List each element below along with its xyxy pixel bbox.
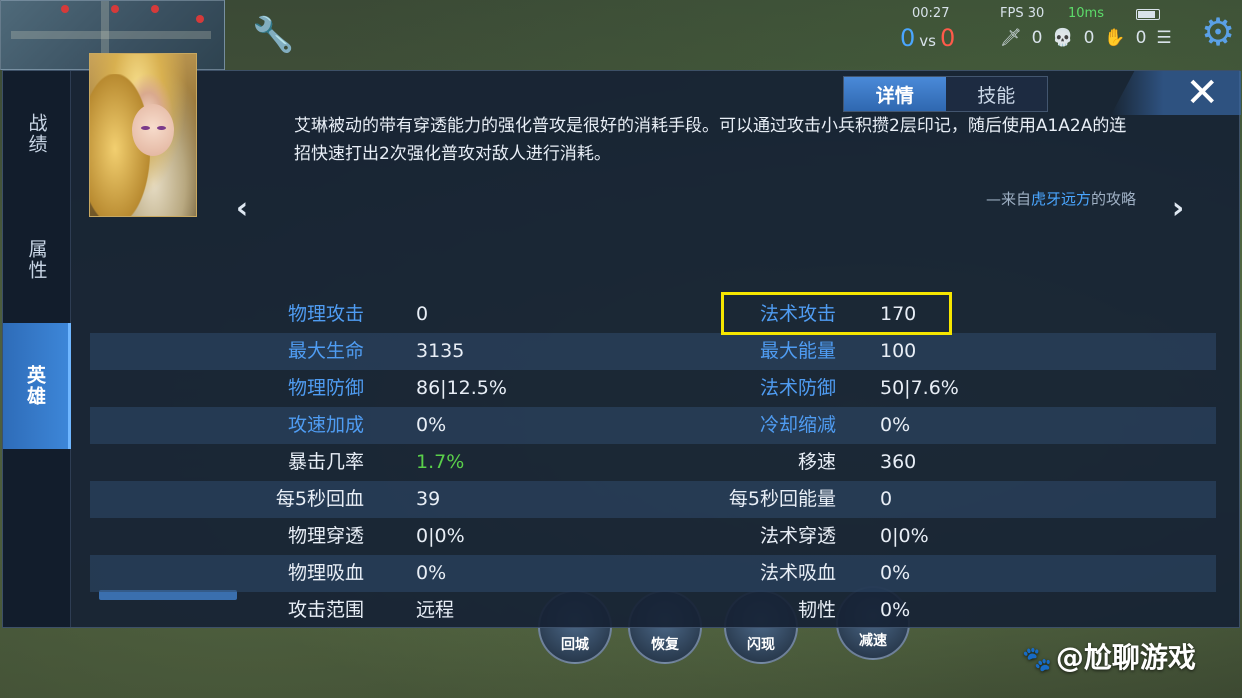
- enemy-tower-marker: [151, 5, 159, 13]
- fps-counter: FPS 30: [1000, 6, 1045, 21]
- team-score: 0 vs 0: [900, 24, 955, 52]
- blue-score: 0: [900, 24, 916, 52]
- red-score: 0: [939, 24, 956, 52]
- stat-value: 39: [416, 488, 441, 510]
- watermark-text: @尬聊游戏: [1055, 641, 1196, 674]
- tab-skills[interactable]: 技能: [945, 77, 1047, 111]
- slow-label: 减速: [859, 633, 887, 649]
- close-icon: ✕: [1185, 70, 1219, 116]
- paw-icon: 🐾: [1022, 645, 1052, 673]
- enemy-tower-marker: [61, 5, 69, 13]
- credit-prefix: —来自: [985, 190, 1031, 208]
- wrench-icon[interactable]: 🔧: [252, 16, 294, 54]
- stat-label: 最大生命: [287, 340, 364, 362]
- portrait-eye: [141, 126, 150, 130]
- tab-label: 英雄: [24, 365, 46, 407]
- heal-label: 恢复: [651, 637, 679, 653]
- stat-value: 50|7.6%: [880, 377, 959, 399]
- stat-value: 0%: [416, 562, 447, 584]
- stat-label: 物理穿透: [287, 525, 364, 547]
- stat-label: 冷却缩减: [759, 414, 836, 436]
- ping-indicator: 10ms: [1068, 6, 1104, 21]
- stat-row: 物理攻击 0 法术攻击 170: [90, 296, 1216, 333]
- highlight-box: [721, 292, 952, 335]
- stat-label: 暴击几率: [287, 451, 364, 473]
- stat-label: 法术吸血: [759, 562, 836, 584]
- tab-battle-record[interactable]: 战绩: [3, 71, 71, 197]
- top-hud: 00:27 FPS 30 10ms 0 vs 0 🗡 0 💀 0 ✋ 0 ☰ ⚙: [900, 6, 1242, 56]
- credit-author[interactable]: 虎牙远方: [1031, 190, 1091, 208]
- close-button[interactable]: ✕: [1111, 71, 1241, 115]
- stat-label: 物理防御: [287, 377, 364, 399]
- tab-hero[interactable]: 英雄: [3, 323, 71, 449]
- strategy-description: 艾琳被动的带有穿透能力的强化普攻是很好的消耗手段。可以通过攻击小兵积攒2层印记，…: [294, 116, 1127, 164]
- stat-row: 暴击几率 1.7% 移速 360: [90, 444, 1216, 481]
- sword-icon: 🗡: [1000, 28, 1022, 48]
- list-icon[interactable]: ☰: [1156, 28, 1171, 48]
- stat-row: 物理穿透 0|0% 法术穿透 0|0%: [90, 518, 1216, 555]
- watermark: 🐾 @尬聊游戏: [1022, 636, 1196, 676]
- tab-label: 战绩: [25, 113, 48, 155]
- stat-label: 攻击范围: [287, 599, 364, 621]
- vs-label: vs: [919, 32, 936, 50]
- assists-count: 0: [1135, 28, 1147, 48]
- stat-label: 攻速加成: [287, 414, 364, 436]
- stats-table: 物理攻击 0 法术攻击 170 最大生命 3135 最大能量 100 物理防御 …: [90, 296, 1216, 629]
- stat-label: 每5秒回血: [275, 488, 364, 510]
- stat-value: 0: [416, 303, 429, 325]
- flash-label: 闪现: [747, 637, 775, 653]
- stat-value: 远程: [416, 599, 455, 621]
- stat-value: 86|12.5%: [416, 377, 507, 399]
- credit-suffix: 的攻略: [1090, 190, 1136, 208]
- kills-count: 0: [1031, 28, 1043, 48]
- stat-value: 0%: [880, 599, 911, 621]
- stat-row: 物理吸血 0% 法术吸血 0%: [90, 555, 1216, 592]
- stat-row: 最大生命 3135 最大能量 100: [90, 333, 1216, 370]
- recall-label: 回城: [561, 637, 589, 653]
- top-tab-bar: 详情 技能: [843, 76, 1048, 112]
- enemy-tower-marker: [196, 15, 204, 23]
- skull-icon: 💀: [1052, 28, 1074, 48]
- stat-value: 360: [880, 451, 917, 473]
- stat-label: 法术穿透: [759, 525, 836, 547]
- tab-details[interactable]: 详情: [844, 77, 946, 111]
- stat-row: 每5秒回血 39 每5秒回能量 0: [90, 481, 1216, 518]
- stat-value: 0|0%: [416, 525, 465, 547]
- stat-value: 1.7%: [416, 451, 465, 473]
- portrait-eye: [157, 126, 166, 130]
- kda-display: 🗡 0 💀 0 ✋ 0 ☰: [1000, 28, 1172, 48]
- stat-label: 移速: [797, 451, 836, 473]
- stat-value: 0: [880, 488, 893, 510]
- stat-label: 物理攻击: [287, 303, 364, 325]
- chevron-left-icon[interactable]: ‹: [230, 194, 254, 224]
- deaths-count: 0: [1083, 28, 1095, 48]
- stat-label: 韧性: [797, 599, 836, 621]
- stat-value: 3135: [416, 340, 465, 362]
- stat-row: 攻速加成 0% 冷却缩减 0%: [90, 407, 1216, 444]
- stat-value: 0%: [416, 414, 447, 436]
- portrait-face: [132, 104, 174, 156]
- strategy-credit: —来自虎牙远方的攻略: [986, 188, 1136, 209]
- stat-value: 0%: [880, 562, 911, 584]
- stat-label: 法术防御: [759, 377, 836, 399]
- side-tab-bar: 战绩 属性 英雄: [3, 71, 71, 627]
- stat-label: 最大能量: [759, 340, 836, 362]
- stat-label: 每5秒回能量: [728, 488, 836, 510]
- enemy-tower-marker: [111, 5, 119, 13]
- tab-attributes[interactable]: 属性: [3, 197, 71, 323]
- hero-portrait: [89, 53, 197, 217]
- chevron-right-icon[interactable]: ›: [1166, 194, 1190, 224]
- battery-icon: [1136, 9, 1160, 20]
- gear-icon[interactable]: ⚙: [1198, 12, 1238, 52]
- match-timer: 00:27: [912, 6, 950, 21]
- stat-value: 0%: [880, 414, 911, 436]
- tab-label: 属性: [25, 239, 48, 281]
- stat-label: 物理吸血: [287, 562, 364, 584]
- stat-row: 攻击范围 远程 韧性 0%: [90, 592, 1216, 629]
- stat-row: 物理防御 86|12.5% 法术防御 50|7.6%: [90, 370, 1216, 407]
- hand-icon: ✋: [1104, 28, 1126, 48]
- minimap-lane: [11, 31, 211, 39]
- stat-value: 0|0%: [880, 525, 929, 547]
- stat-value: 100: [880, 340, 917, 362]
